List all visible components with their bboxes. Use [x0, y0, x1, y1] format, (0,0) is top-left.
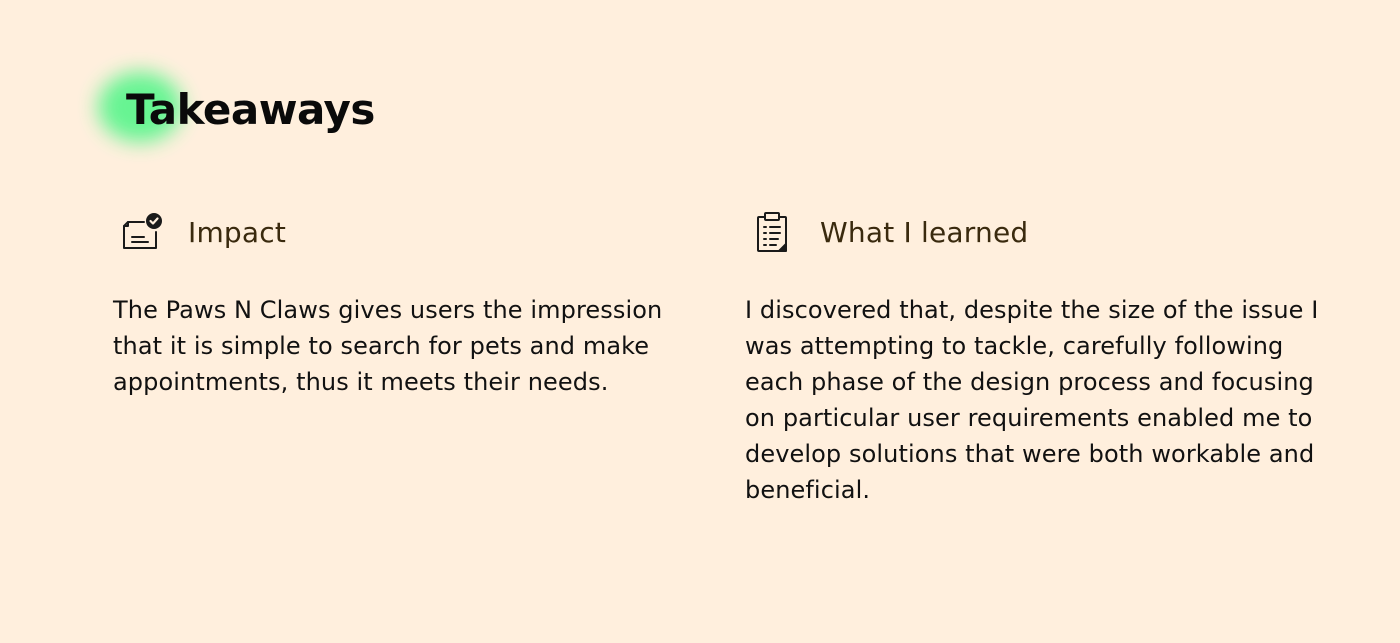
- clipboard-list-icon: [752, 210, 796, 254]
- impact-header: Impact: [120, 208, 700, 256]
- impact-body: The Paws N Claws gives users the impress…: [113, 296, 663, 396]
- impact-title: Impact: [188, 215, 287, 249]
- learned-body: I discovered that, despite the size of t…: [745, 296, 1319, 504]
- document-check-icon: [120, 210, 164, 254]
- impact-section: Impact The Paws N Claws gives users the …: [113, 208, 700, 400]
- learned-header: What I learned: [752, 208, 1352, 256]
- learned-title: What I learned: [820, 215, 1029, 249]
- learned-section: What I learned I discovered that, despit…: [745, 208, 1352, 508]
- page-header: Takeaways: [98, 72, 375, 142]
- page-title: Takeaways: [126, 85, 375, 134]
